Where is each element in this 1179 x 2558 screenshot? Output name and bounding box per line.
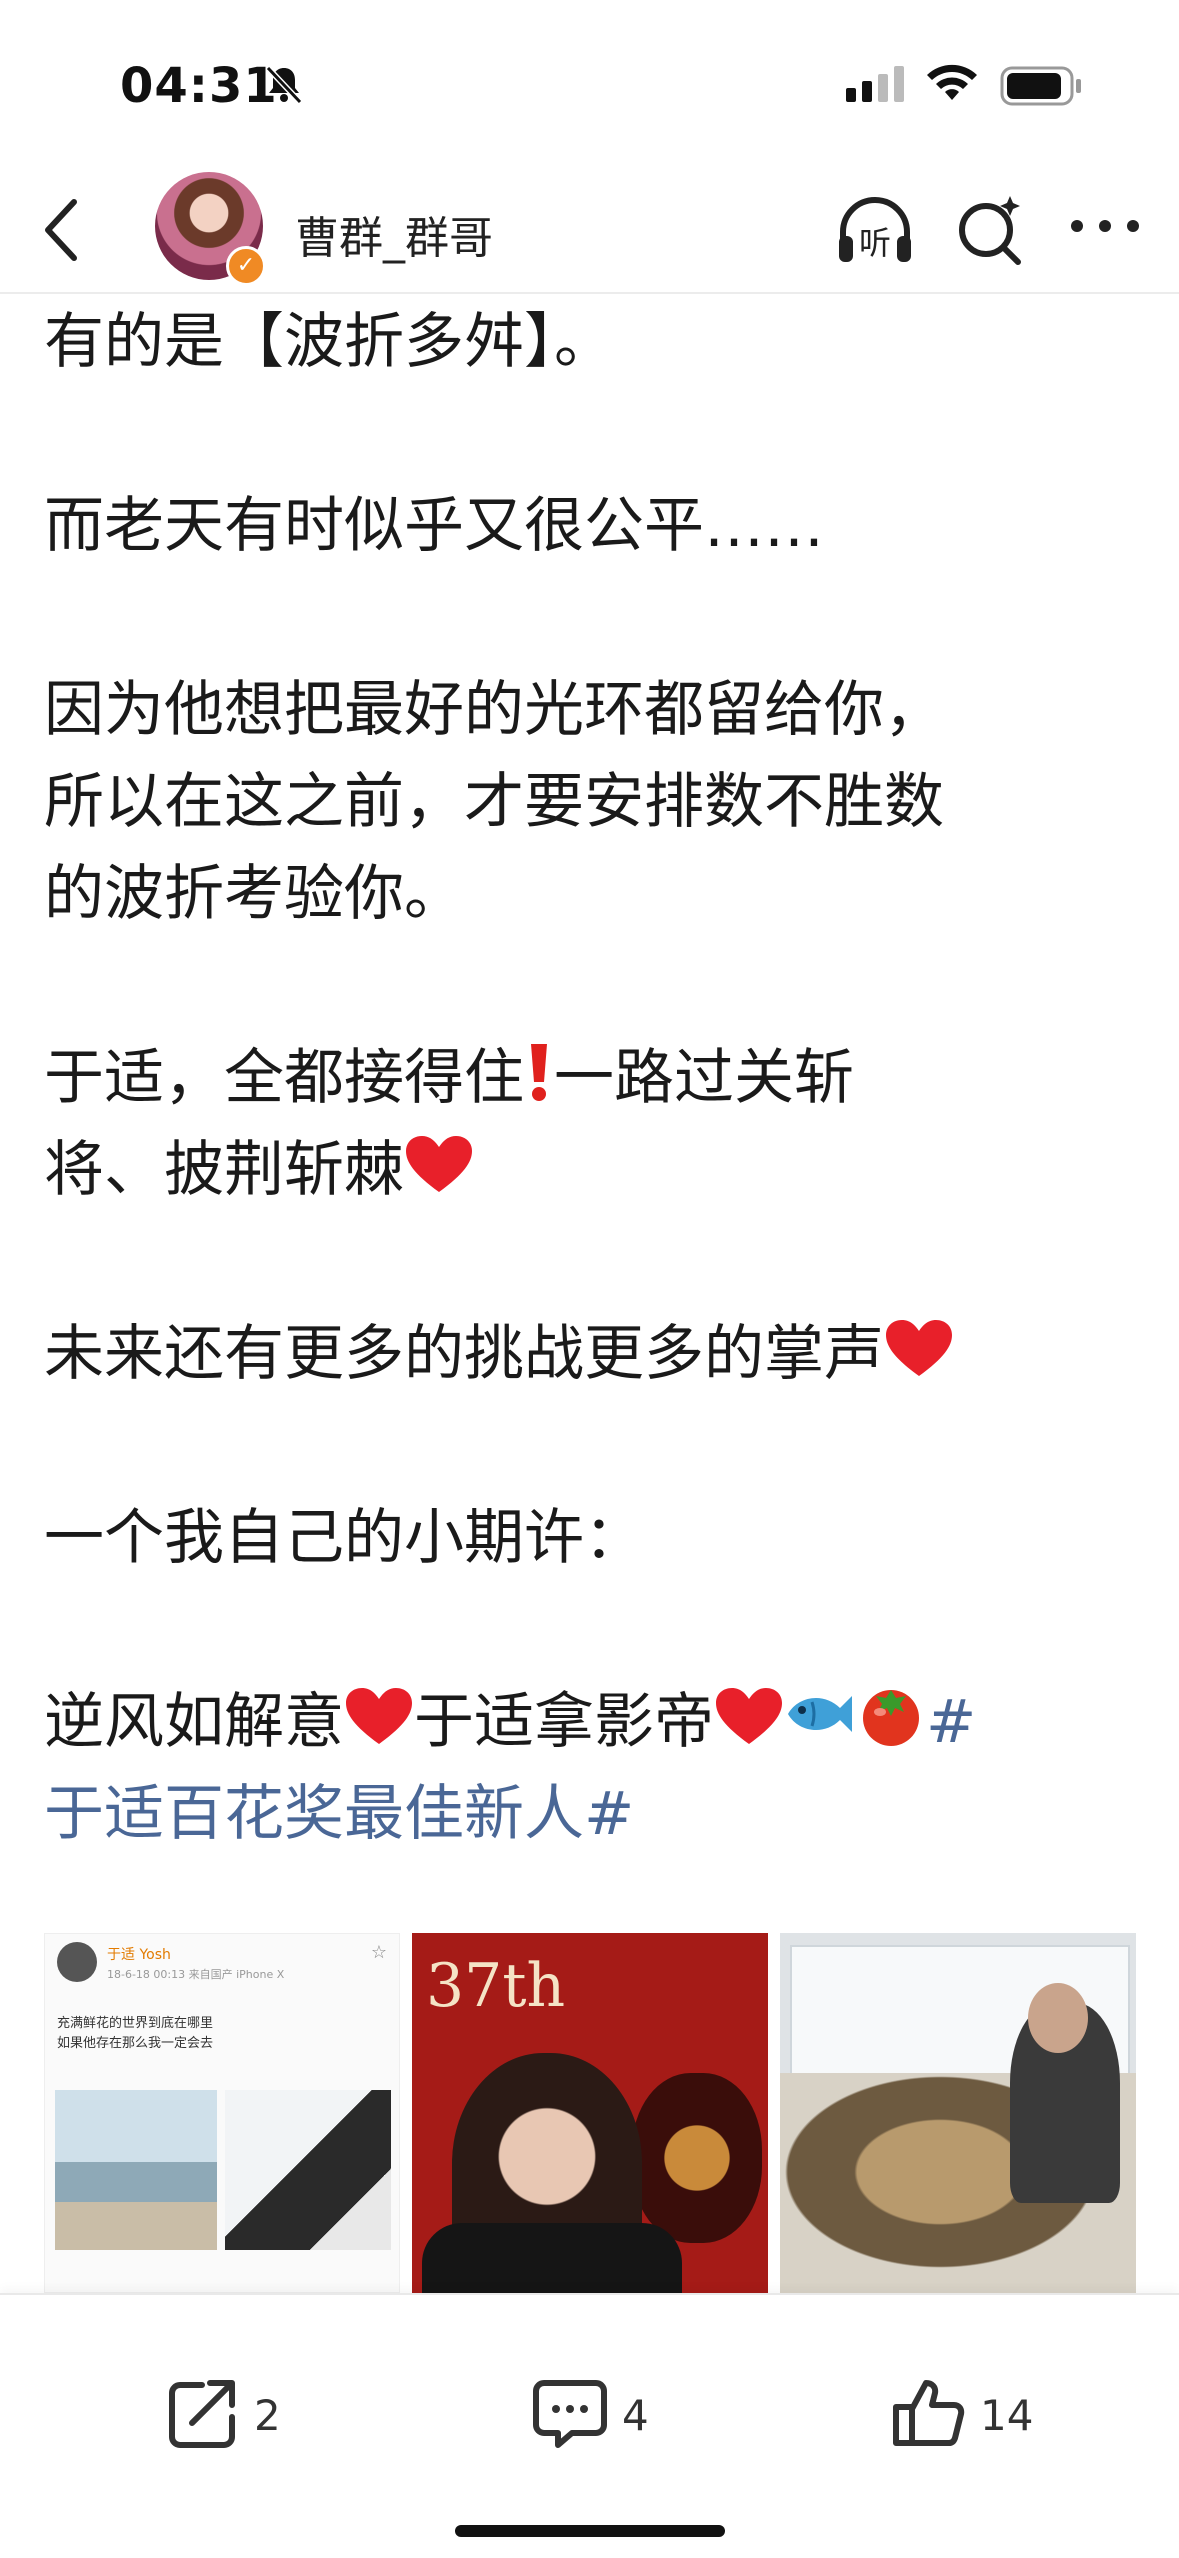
tomato-icon xyxy=(863,1690,919,1746)
status-bar: 04:31 xyxy=(0,0,1179,170)
post-body: 有的是【波折多舛】。 而老天有时似乎又很公平…… 因为他想把最好的光环都留给你，… xyxy=(44,296,1144,1860)
red-heart-icon xyxy=(886,1320,952,1376)
home-indicator xyxy=(455,2525,725,2537)
username[interactable]: 曹群_群哥 xyxy=(295,202,493,266)
comment-icon xyxy=(533,2380,607,2448)
image-thumbnail-poster[interactable]: 37th xyxy=(412,1933,768,2293)
poster-mask-figure xyxy=(632,2073,762,2243)
mini-text-line: 如果他存在那么我一定会去 xyxy=(57,2036,214,2051)
image-thumbnail-screenshot[interactable]: 于适 Yosh 18-6-18 00:13 来自国产 iPhone X ☆ 充满… xyxy=(44,1933,400,2293)
hashtag[interactable]: # xyxy=(926,1687,976,1757)
post-line-text: 于适，全都接得住 xyxy=(44,1043,524,1113)
red-exclamation-icon xyxy=(531,1044,547,1101)
post-line: 因为他想把最好的光环都留给你， xyxy=(44,675,944,745)
like-count: 14 xyxy=(980,2391,1034,2440)
post-line: 所以在这之前，才要安排数不胜数 xyxy=(44,767,944,837)
post-line: 有的是【波折多舛】。 xyxy=(44,307,614,377)
red-heart-icon xyxy=(406,1136,472,1192)
post-line: 将、披荆斩棘 xyxy=(44,1124,1144,1216)
post-line: 逆风如解意 于适拿影帝 # xyxy=(44,1676,1144,1768)
silent-bell-icon xyxy=(265,65,303,105)
image-grid: 于适 Yosh 18-6-18 00:13 来自国产 iPhone X ☆ 充满… xyxy=(44,1933,1136,2293)
battery-icon xyxy=(1000,66,1081,106)
more-options-icon[interactable] xyxy=(1065,196,1145,256)
post-line-text: 于适拿影帝 xyxy=(414,1687,714,1757)
poster-suit xyxy=(422,2223,682,2293)
back-arrow-icon[interactable] xyxy=(32,192,92,268)
post-line: 一个我自己的小期许： xyxy=(44,1503,644,1573)
listen-headphones-icon[interactable]: 听 xyxy=(833,188,917,272)
post-line: 于适，全都接得住 一路过关斩 xyxy=(44,1032,1144,1124)
wifi-icon xyxy=(927,64,977,100)
cellular-signal-icon xyxy=(846,66,904,102)
thumbs-up-icon xyxy=(893,2380,965,2446)
mini-avatar xyxy=(57,1942,97,1982)
hashtag[interactable]: 于适百花奖最佳新人# xyxy=(44,1768,1144,1860)
beach-photo xyxy=(55,2090,217,2250)
mini-post-text: 充满鲜花的世界到底在哪里 如果他存在那么我一定会去 xyxy=(57,2014,387,2054)
fish-icon xyxy=(788,1696,852,1732)
post-line-text: 逆风如解意 xyxy=(44,1687,344,1757)
listen-label: 听 xyxy=(859,224,891,262)
status-time: 04:31 xyxy=(120,58,278,114)
share-count: 2 xyxy=(254,2391,281,2440)
red-heart-icon xyxy=(716,1688,782,1744)
person-head xyxy=(1028,1983,1088,2053)
search-icon[interactable] xyxy=(950,190,1030,270)
nav-bar: ✓ 曹群_群哥 听 xyxy=(0,170,1179,290)
mini-username: 于适 Yosh xyxy=(107,1947,171,1963)
image-thumbnail-dressing-room[interactable] xyxy=(780,1933,1136,2293)
mini-meta: 18-6-18 00:13 来自国产 iPhone X xyxy=(107,1968,285,1981)
post-line-text: 将、披荆斩棘 xyxy=(44,1135,404,1205)
post-line-text: 未来还有更多的挑战更多的掌声 xyxy=(44,1319,884,1389)
post-line: 而老天有时似乎又很公平…… xyxy=(44,491,824,561)
nav-divider xyxy=(0,292,1179,294)
post-line: 的波折考验你。 xyxy=(44,859,464,929)
post-line: 未来还有更多的挑战更多的掌声 xyxy=(44,1308,1144,1400)
star-icon: ☆ xyxy=(370,1942,387,1963)
poster-badge: 37th xyxy=(426,1951,566,2021)
post-line-text: 一路过关斩 xyxy=(554,1043,854,1113)
comment-count: 4 xyxy=(622,2391,649,2440)
portrait-photo xyxy=(225,2090,391,2250)
verified-badge-icon: ✓ xyxy=(226,246,266,286)
red-heart-icon xyxy=(346,1688,412,1744)
share-icon xyxy=(169,2380,235,2448)
mini-text-line: 充满鲜花的世界到底在哪里 xyxy=(57,2016,214,2031)
